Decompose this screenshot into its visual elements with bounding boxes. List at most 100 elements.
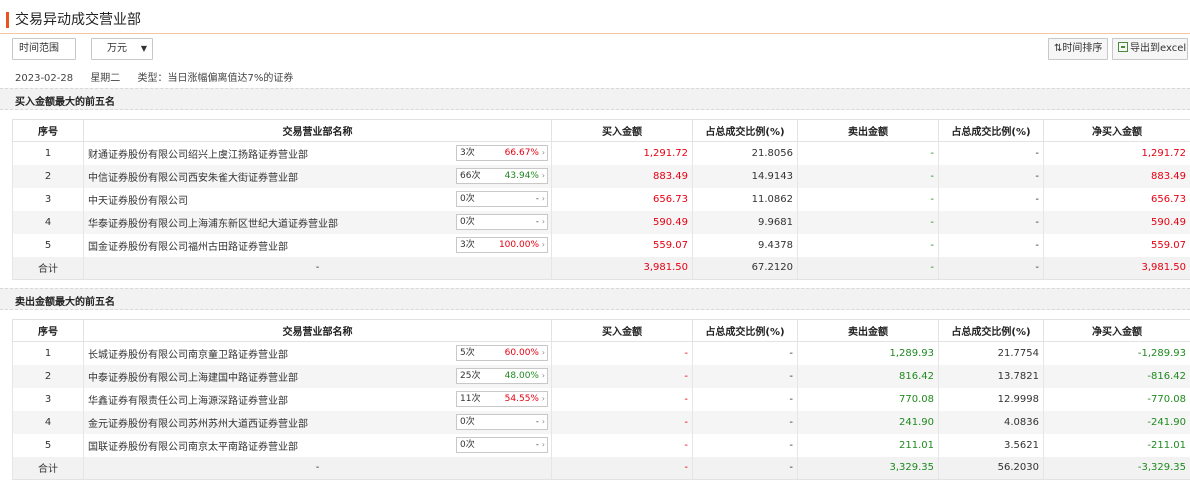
table-row: 4 华泰证券股份有限公司上海浦东新区世纪大道证券营业部 0次 - › 590.49 9.96… bbox=[12, 210, 1190, 234]
trade-weekday: 星期二 bbox=[90, 73, 121, 84]
row-number: 5 bbox=[12, 233, 84, 257]
total-sell-amount: 3,329.35 bbox=[797, 456, 939, 480]
col-header-buy-ratio: 占总成交比例(%) bbox=[692, 319, 798, 342]
broker-name-cell: 华泰证券股份有限公司上海浦东新区世纪大道证券营业部 0次 - › bbox=[83, 210, 552, 234]
rank-count-dropdown[interactable]: 0次 - › bbox=[456, 190, 548, 207]
net-buy-amount: -816.42 bbox=[1043, 364, 1190, 388]
total-buy-amount: - bbox=[551, 456, 693, 480]
time-sort-button[interactable]: ⇅时间排序 bbox=[1048, 38, 1108, 60]
buy-ratio: - bbox=[692, 387, 798, 411]
rank-count-dropdown[interactable]: 3次 100.00% › bbox=[456, 236, 548, 253]
chevron-right-icon: › bbox=[541, 393, 545, 403]
col-header-sell-amount: 卖出金额 bbox=[797, 119, 939, 142]
total-buy-ratio: 67.2120 bbox=[692, 256, 798, 280]
rank-percentage: 54.55% bbox=[504, 393, 539, 404]
rank-count-dropdown[interactable]: 0次 - › bbox=[456, 436, 548, 453]
rank-percentage: 100.00% bbox=[498, 239, 539, 250]
sell-section-title: 卖出金额最大的前五名 bbox=[15, 297, 115, 308]
export-excel-button[interactable]: 导出到excel bbox=[1112, 38, 1188, 60]
total-net-buy: -3,329.35 bbox=[1043, 456, 1190, 480]
sell-amount: - bbox=[797, 141, 939, 165]
unit-select-value: 万元 bbox=[107, 43, 127, 54]
table-row: 4 金元证券股份有限公司苏州苏州大道西证券营业部 0次 - › - -241.90 4.083… bbox=[12, 410, 1190, 434]
buy-ratio: - bbox=[692, 433, 798, 457]
buy-ratio: 9.9681 bbox=[692, 210, 798, 234]
table-row: 3 华鑫证券有限责任公司上海源深路证券营业部 11次 54.55% › - -770.08 1… bbox=[12, 387, 1190, 411]
col-header-sell-amount: 卖出金额 bbox=[797, 319, 939, 342]
buy-table-body: 1 财通证券股份有限公司绍兴上虞江扬路证券营业部 3次 66.67% › 1,291.72… bbox=[12, 141, 1190, 280]
page-title: 交易异动成交营业部 bbox=[15, 12, 141, 28]
rank-count-dropdown[interactable]: 5次 60.00% › bbox=[456, 345, 548, 361]
buy-ratio: 21.8056 bbox=[692, 141, 798, 165]
row-number: 2 bbox=[12, 364, 84, 388]
buy-section-title: 买入金额最大的前五名 bbox=[15, 97, 115, 108]
sell-ratio: 13.7821 bbox=[938, 364, 1044, 388]
broker-name: 金元证券股份有限公司苏州苏州大道西证券营业部 bbox=[88, 418, 308, 430]
total-sell-ratio: 56.2030 bbox=[938, 456, 1044, 480]
row-number: 1 bbox=[12, 141, 84, 165]
broker-name-cell: 华鑫证券有限责任公司上海源深路证券营业部 11次 54.55% › bbox=[83, 387, 552, 411]
net-buy-amount: 883.49 bbox=[1043, 164, 1190, 188]
title-accent-bar bbox=[6, 12, 9, 28]
rank-count: 25次 bbox=[460, 370, 481, 381]
table-row: 1 长城证券股份有限公司南京童卫路证券营业部 5次 60.00% › - -1,289.93… bbox=[12, 341, 1190, 365]
unit-select[interactable]: 万元 ▼ bbox=[91, 38, 153, 60]
total-row: 合计 - - -3,329.35 56.2030 -3,329.35 bbox=[12, 456, 1190, 480]
chevron-right-icon: › bbox=[541, 170, 545, 180]
net-buy-amount: -1,289.93 bbox=[1043, 341, 1190, 365]
table-header-row: 序号 交易营业部名称 买入金额 占总成交比例(%) 卖出金额 占总成交比例(%) 净买入金额 bbox=[12, 319, 1190, 342]
rank-percentage: - bbox=[535, 216, 539, 227]
chevron-right-icon: › bbox=[541, 216, 545, 226]
col-header-buy-amount: 买入金额 bbox=[551, 119, 693, 142]
sell-amount: - bbox=[797, 210, 939, 234]
rank-percentage: 60.00% bbox=[504, 348, 539, 358]
table-row: 1 财通证券股份有限公司绍兴上虞江扬路证券营业部 3次 66.67% › 1,291.72… bbox=[12, 141, 1190, 165]
buy-amount: 559.07 bbox=[551, 233, 693, 257]
rank-count-dropdown[interactable]: 0次 - › bbox=[456, 213, 548, 230]
buy-amount: 883.49 bbox=[551, 164, 693, 188]
buy-section-header: 买入金额最大的前五名 bbox=[0, 88, 1190, 110]
broker-name-cell: 中泰证券股份有限公司上海建国中路证券营业部 25次 48.00% › bbox=[83, 364, 552, 388]
broker-name-cell: 金元证券股份有限公司苏州苏州大道西证券营业部 0次 - › bbox=[83, 410, 552, 434]
sell-amount: 770.08 bbox=[797, 387, 939, 411]
rank-count: 3次 bbox=[460, 148, 475, 158]
rank-count-dropdown[interactable]: 0次 - › bbox=[456, 413, 548, 430]
rank-count: 66次 bbox=[460, 170, 481, 181]
rank-percentage: 43.94% bbox=[504, 170, 539, 181]
col-header-no: 序号 bbox=[12, 319, 84, 342]
net-buy-amount: -770.08 bbox=[1043, 387, 1190, 411]
trade-date: 2023-02-28 bbox=[15, 73, 74, 84]
row-number: 4 bbox=[12, 210, 84, 234]
export-excel-label: 导出到excel bbox=[1130, 43, 1187, 54]
table-row: 2 中泰证券股份有限公司上海建国中路证券营业部 25次 48.00% › - -816.42… bbox=[12, 364, 1190, 388]
total-broker: - bbox=[83, 256, 552, 280]
buy-amount: 656.73 bbox=[551, 187, 693, 211]
chevron-right-icon: › bbox=[541, 416, 545, 426]
rank-count-dropdown[interactable]: 25次 48.00% › bbox=[456, 367, 548, 384]
net-buy-amount: -211.01 bbox=[1043, 433, 1190, 457]
net-buy-amount: 656.73 bbox=[1043, 187, 1190, 211]
buy-ratio: 14.9143 bbox=[692, 164, 798, 188]
sell-ratio: - bbox=[938, 141, 1044, 165]
total-buy-ratio: - bbox=[692, 456, 798, 480]
broker-name-cell: 国金证券股份有限公司福州古田路证券营业部 3次 100.00% › bbox=[83, 233, 552, 257]
chevron-right-icon: › bbox=[541, 193, 545, 203]
sell-ratio: 21.7754 bbox=[938, 341, 1044, 365]
chevron-right-icon: › bbox=[541, 348, 545, 357]
sell-ratio: - bbox=[938, 233, 1044, 257]
col-header-buy-amount: 买入金额 bbox=[551, 319, 693, 342]
buy-amount: 590.49 bbox=[551, 210, 693, 234]
sell-amount: 1,289.93 bbox=[797, 341, 939, 365]
buy-ratio: - bbox=[692, 410, 798, 434]
row-number: 1 bbox=[12, 341, 84, 365]
table-row: 2 中信证券股份有限公司西安朱雀大街证券营业部 66次 43.94% › 883.49 14… bbox=[12, 164, 1190, 188]
buy-amount: 1,291.72 bbox=[551, 141, 693, 165]
sell-table-body: 1 长城证券股份有限公司南京童卫路证券营业部 5次 60.00% › - -1,289.93… bbox=[12, 341, 1190, 480]
time-range-button[interactable]: 时间范围 bbox=[12, 38, 76, 60]
row-number: 5 bbox=[12, 433, 84, 457]
rank-count-dropdown[interactable]: 3次 66.67% › bbox=[456, 145, 548, 161]
rank-count: 0次 bbox=[460, 439, 475, 450]
rank-count-dropdown[interactable]: 11次 54.55% › bbox=[456, 390, 548, 407]
sell-ratio: 3.5621 bbox=[938, 433, 1044, 457]
rank-count-dropdown[interactable]: 66次 43.94% › bbox=[456, 167, 548, 184]
